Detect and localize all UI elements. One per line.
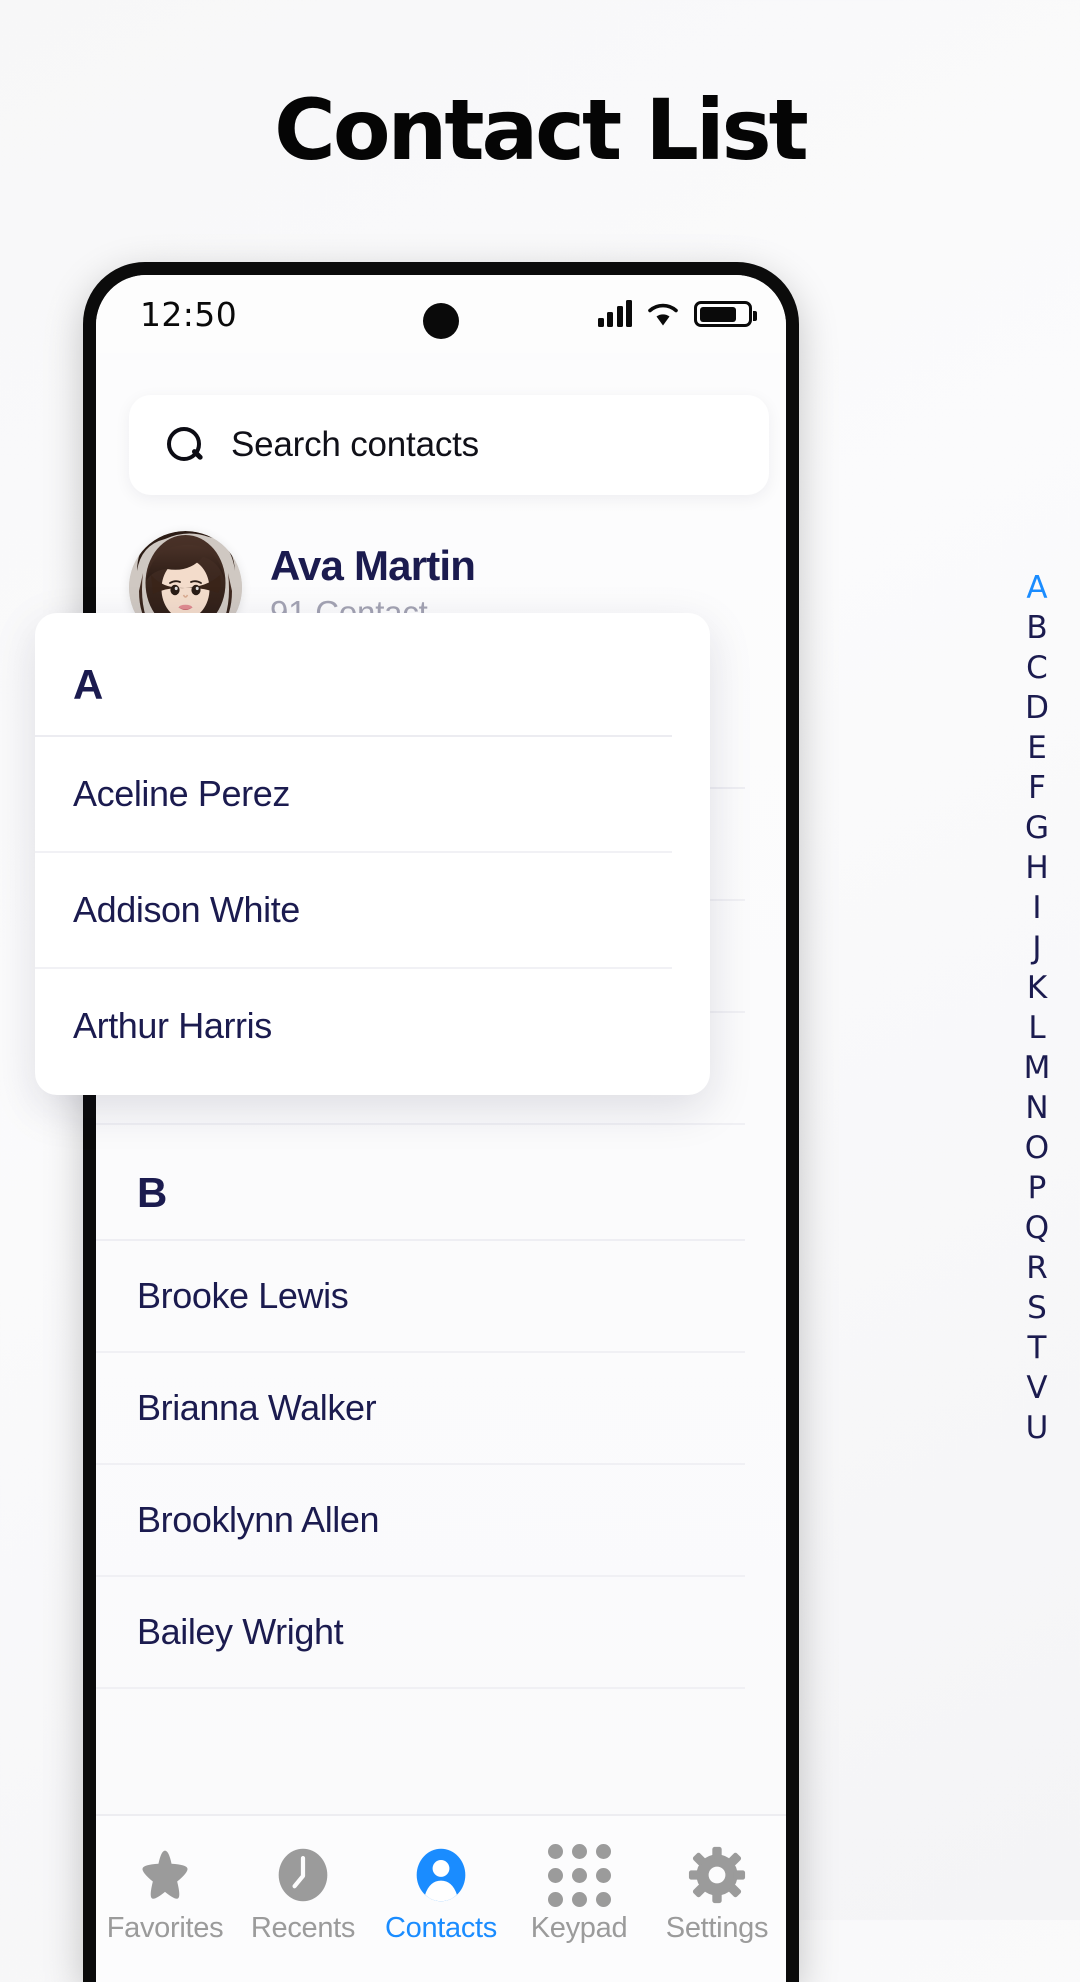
signal-icon	[597, 300, 632, 327]
alpha-index-letter[interactable]: J	[1032, 928, 1041, 968]
nav-label: Keypad	[530, 1912, 628, 1944]
nav-label: Settings	[665, 1912, 769, 1944]
alpha-index-letter[interactable]: H	[1025, 848, 1048, 888]
screen-body: Search contacts Ava Martin B Brooke Lewi…	[96, 353, 786, 1982]
status-time: 12:50	[140, 294, 238, 334]
alpha-index-letter[interactable]: T	[1028, 1328, 1047, 1368]
alpha-index-letter[interactable]: G	[1025, 808, 1049, 848]
alpha-index-letter[interactable]: C	[1026, 648, 1048, 688]
floating-section-header: A	[35, 613, 672, 737]
search-icon	[165, 425, 205, 465]
list-item[interactable]: Aceline Perez	[35, 737, 672, 853]
camera-punch-hole	[423, 303, 459, 339]
list-item[interactable]: Brianna Walker	[96, 1353, 745, 1465]
contact-section-b: B Brooke Lewis Brianna Walker Brooklynn …	[96, 1125, 786, 1689]
search-input[interactable]: Search contacts	[129, 395, 769, 495]
alpha-index-letter[interactable]: I	[1032, 888, 1041, 928]
gear-icon	[652, 1844, 782, 1906]
clock-icon	[238, 1844, 368, 1906]
alpha-index-letter[interactable]: K	[1027, 968, 1047, 1008]
status-bar: 12:50	[96, 275, 786, 353]
alpha-index-letter[interactable]: Q	[1025, 1208, 1049, 1248]
alpha-index-letter[interactable]: D	[1025, 688, 1049, 728]
alpha-index-letter[interactable]: M	[1024, 1048, 1051, 1088]
floating-section-card: A Aceline Perez Addison White Arthur Har…	[35, 613, 710, 1095]
nav-item-favorites[interactable]: Favorites	[100, 1844, 230, 1945]
person-icon	[376, 1844, 506, 1906]
alpha-index-letter[interactable]: P	[1028, 1168, 1047, 1208]
phone-screen: 12:50 Search contacts Ava Martin B Brook…	[96, 275, 786, 1982]
alpha-index-letter[interactable]: U	[1026, 1408, 1049, 1448]
list-item[interactable]: Brooklynn Allen	[96, 1465, 745, 1577]
nav-item-recents[interactable]: Recents	[238, 1844, 368, 1945]
alpha-index-letter[interactable]: N	[1025, 1088, 1048, 1128]
alpha-index-letter[interactable]: B	[1026, 608, 1047, 648]
nav-label: Recents	[250, 1912, 356, 1944]
nav-item-contacts[interactable]: Contacts	[376, 1844, 506, 1945]
alpha-index-letter[interactable]: S	[1027, 1288, 1047, 1328]
alpha-index-letter[interactable]: R	[1026, 1248, 1048, 1288]
page-title: Contact List	[274, 81, 809, 179]
nav-item-settings[interactable]: Settings	[652, 1844, 782, 1945]
star-icon	[100, 1844, 230, 1906]
alpha-index-letter[interactable]: V	[1026, 1368, 1047, 1408]
alpha-index-letter[interactable]: O	[1025, 1128, 1049, 1168]
dots-grid-icon	[514, 1843, 644, 1907]
battery-icon	[694, 301, 757, 327]
alpha-index-letter[interactable]: F	[1028, 768, 1046, 808]
list-item[interactable]: Bailey Wright	[96, 1577, 745, 1689]
profile-name: Ava Martin	[270, 541, 476, 589]
nav-item-keypad[interactable]: Keypad	[514, 1843, 644, 1945]
alphabet-index[interactable]: A B C D E F G H I J K L M N O P Q R S T …	[1014, 568, 1060, 1448]
nav-label: Favorites	[106, 1912, 224, 1944]
list-item[interactable]: Brooke Lewis	[96, 1241, 745, 1353]
status-icons	[597, 300, 757, 327]
list-item[interactable]: Addison White	[35, 853, 672, 969]
bottom-nav: Favorites Recents Contacts Keypad Settin…	[96, 1814, 786, 1982]
nav-label: Contacts	[384, 1912, 498, 1944]
list-item[interactable]: Arthur Harris	[35, 969, 672, 1089]
alpha-index-letter[interactable]: A	[1026, 568, 1047, 608]
section-header-b: B	[96, 1125, 745, 1241]
alpha-index-letter[interactable]: L	[1028, 1008, 1045, 1048]
search-placeholder: Search contacts	[231, 425, 479, 464]
phone-frame: 12:50 Search contacts Ava Martin B Brook…	[83, 262, 799, 1982]
wifi-icon	[647, 301, 679, 327]
alpha-index-letter[interactable]: E	[1027, 728, 1047, 768]
